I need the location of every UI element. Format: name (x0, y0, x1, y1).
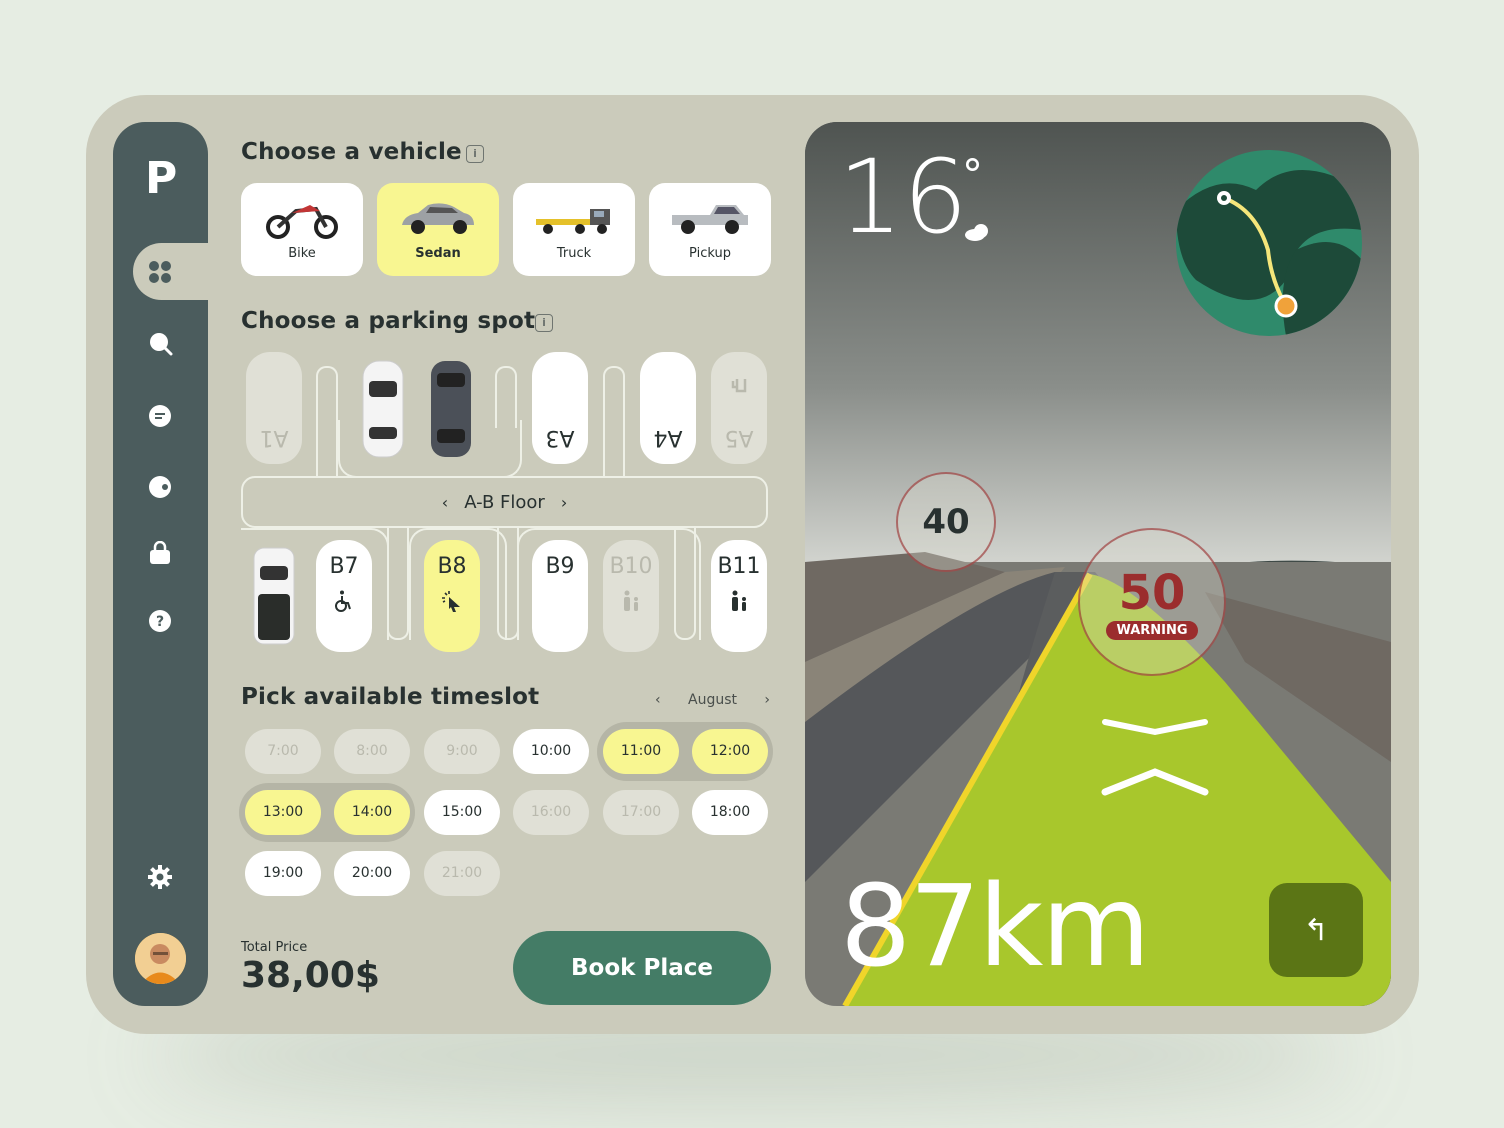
timeslot: 21:00 (424, 851, 500, 896)
distance-remaining: 87km (840, 862, 1150, 992)
parked-car-white (359, 357, 407, 461)
speed-limit-value: 50 (1118, 564, 1186, 621)
turn-direction-button[interactable]: ↰ (1269, 883, 1363, 977)
speed-limit-sign-40: 40 (896, 472, 996, 572)
temperature-value: 16 (838, 138, 968, 257)
turn-left-arrow-icon: ↰ (1303, 912, 1329, 948)
parked-car-dark (427, 357, 475, 461)
degree-symbol: ° (962, 150, 983, 199)
vehicle-option-bike[interactable]: Bike (241, 183, 363, 276)
toggle-icon[interactable] (145, 471, 175, 501)
timeslot[interactable]: 13:00 (245, 790, 321, 835)
sedan-icon (402, 203, 474, 234)
settings-icon[interactable] (145, 862, 175, 892)
info-icon[interactable]: i (466, 145, 484, 163)
parking-spot-b8[interactable]: B8 (424, 540, 480, 652)
dashboard-icon[interactable] (145, 257, 175, 287)
family-icon (619, 589, 643, 613)
parked-pickup (250, 544, 298, 648)
pickup-truck-icon (672, 205, 748, 234)
spot-label: A3 (545, 425, 575, 450)
parking-spot-a5: A5 (711, 352, 767, 464)
timeslot[interactable]: 12:00 (692, 729, 768, 774)
tow-truck-icon (536, 209, 610, 234)
total-price-value: 38,00$ (241, 955, 380, 996)
speed-warning-sign-50: 50 WARNING (1078, 528, 1226, 676)
speed-limit-value: 40 (922, 502, 970, 542)
map-icon (1176, 170, 1362, 336)
chevron-right-icon[interactable]: › (561, 493, 567, 512)
spot-label: A1 (259, 425, 289, 450)
spot-label: B10 (609, 554, 653, 579)
timeslot: 9:00 (424, 729, 500, 774)
parking-spot-b9[interactable]: B9 (532, 540, 588, 652)
parking-spot-a4[interactable]: A4 (640, 352, 696, 464)
parking-spot-b7[interactable]: B7 (316, 540, 372, 652)
parking-section-title: Choose a parking spot (241, 308, 536, 334)
parking-spot-a1: A1 (246, 352, 302, 464)
user-avatar[interactable] (135, 933, 186, 984)
spot-label: B8 (437, 554, 467, 579)
lane-divider (674, 528, 696, 640)
cursor-click-icon (440, 589, 464, 613)
chevron-left-icon[interactable]: ‹ (442, 493, 448, 512)
lane-divider (495, 366, 517, 428)
timeslot: 17:00 (603, 790, 679, 835)
app-logo: P (145, 153, 178, 204)
lane-divider (497, 528, 519, 640)
parking-spot-b11[interactable]: B11 (711, 540, 767, 652)
info-icon[interactable]: i (535, 314, 553, 332)
timeslot: 7:00 (245, 729, 321, 774)
timeslot[interactable]: 18:00 (692, 790, 768, 835)
month-label: August (688, 692, 737, 708)
spot-label: B9 (545, 554, 575, 579)
chevron-right-icon[interactable]: › (764, 692, 770, 708)
timeslot[interactable]: 14:00 (334, 790, 410, 835)
timeslot[interactable]: 10:00 (513, 729, 589, 774)
vehicle-option-pickup[interactable]: Pickup (649, 183, 771, 276)
lane-divider (387, 528, 409, 640)
motorbike-icon (266, 205, 338, 239)
vehicle-label: Sedan (415, 246, 461, 261)
family-icon (727, 589, 751, 613)
lane-divider (603, 366, 625, 478)
floor-label: A-B Floor (464, 491, 545, 513)
vehicle-label: Bike (288, 246, 316, 261)
svg-text:?: ? (156, 614, 164, 630)
search-icon[interactable] (145, 328, 175, 358)
chevron-left-icon[interactable]: ‹ (655, 692, 661, 708)
spot-label: A4 (653, 425, 683, 450)
timeslot[interactable]: 19:00 (245, 851, 321, 896)
spot-label: B7 (329, 554, 359, 579)
vehicle-label: Truck (556, 246, 592, 261)
help-icon[interactable]: ? (145, 606, 175, 636)
shopping-bag-icon[interactable] (145, 539, 175, 569)
ev-charging-icon (727, 375, 751, 399)
chat-icon[interactable] (145, 400, 175, 430)
book-place-button[interactable]: Book Place (513, 931, 771, 1005)
vehicle-label: Pickup (689, 246, 731, 261)
timeslot-section-title: Pick available timeslot (241, 684, 540, 710)
parking-spot-a3[interactable]: A3 (532, 352, 588, 464)
lane-divider (316, 366, 338, 478)
parking-spot-b10: B10 (603, 540, 659, 652)
timeslot: 8:00 (334, 729, 410, 774)
wheelchair-icon (332, 589, 356, 613)
warning-badge: WARNING (1106, 620, 1198, 640)
spot-label: B11 (717, 554, 761, 579)
timeslot[interactable]: 15:00 (424, 790, 500, 835)
route-minimap[interactable] (1176, 150, 1362, 336)
vehicle-option-truck[interactable]: Truck (513, 183, 635, 276)
timeslot: 16:00 (513, 790, 589, 835)
vehicle-section-title: Choose a vehicle (241, 139, 462, 165)
spot-label: A5 (724, 425, 754, 450)
timeslot[interactable]: 11:00 (603, 729, 679, 774)
vehicle-option-sedan[interactable]: Sedan (377, 183, 499, 276)
cloud-icon (963, 222, 993, 242)
month-selector: ‹ August › (655, 690, 770, 710)
floor-selector: ‹ A-B Floor › (241, 476, 768, 528)
timeslot[interactable]: 20:00 (334, 851, 410, 896)
total-price-label: Total Price (241, 940, 308, 955)
